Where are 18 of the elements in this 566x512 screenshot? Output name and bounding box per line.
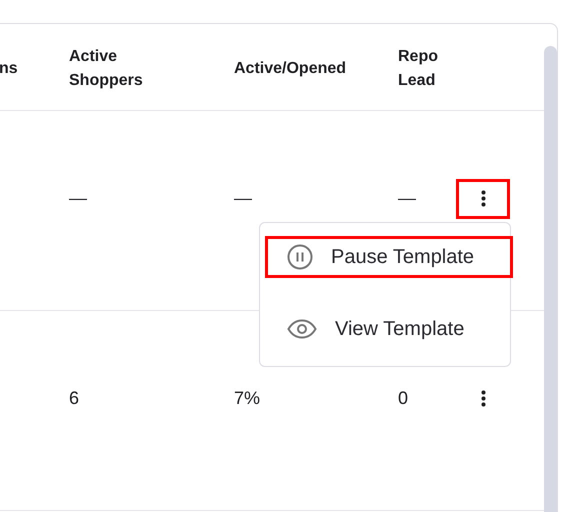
pause-icon [287,244,313,270]
column-header: Active/Opened [234,59,348,79]
table-cell: 7% [234,388,260,408]
column-header: Repo Lead [398,47,439,91]
menu-item[interactable]: Pause Template [265,236,513,278]
table-cell: — [234,188,252,208]
kebab-icon [480,190,486,207]
kebab-icon [480,390,486,407]
menu-item[interactable]: View Template [265,308,513,350]
eye-icon [287,319,317,339]
table-cell: 0 [398,388,408,408]
more-button[interactable] [456,178,510,218]
table-cell: — [69,188,87,208]
column-header: Active Shoppers [69,47,144,91]
table-cell: 6 [69,388,80,408]
table-cell: — [398,188,416,208]
scrollbar[interactable] [544,46,557,512]
column-header: ns [0,59,19,79]
